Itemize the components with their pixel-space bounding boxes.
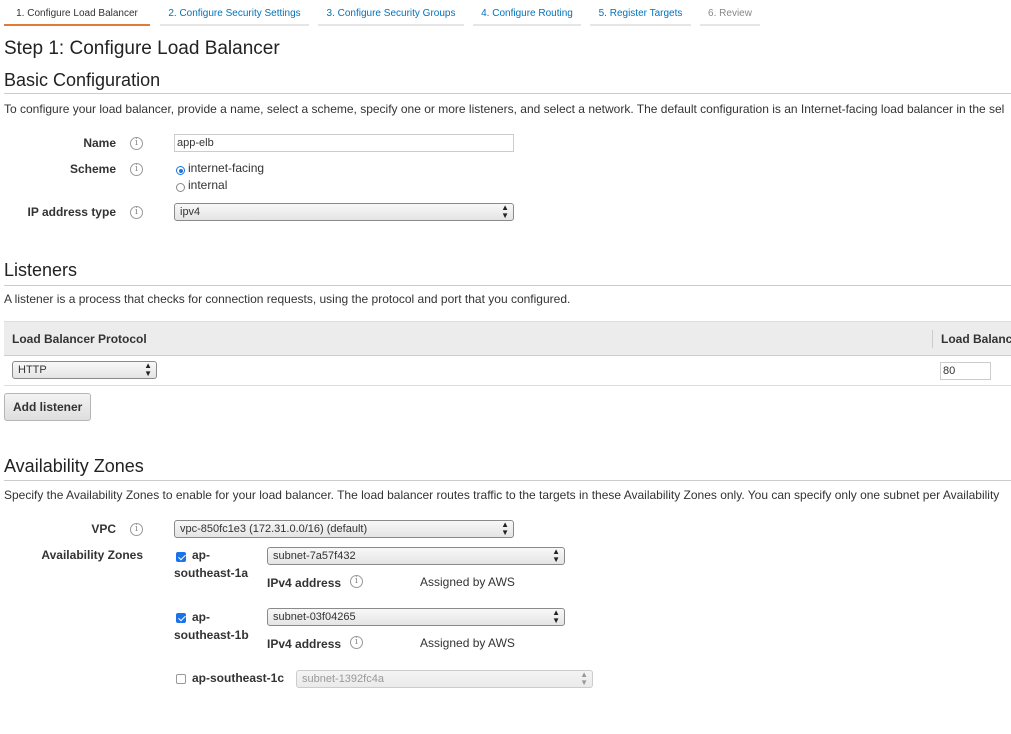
zone-checkbox-ap-southeast-1a[interactable] — [176, 552, 186, 562]
zone-name-line: ap- — [192, 610, 210, 624]
updown-arrows-icon: ▲ ▼ — [501, 520, 509, 537]
basic-configuration-heading: Basic Configuration — [4, 70, 161, 90]
listeners-description: A listener is a process that checks for … — [4, 292, 571, 306]
divider — [4, 480, 1011, 481]
info-icon[interactable]: i — [350, 575, 363, 588]
page-title: Step 1: Configure Load Balancer — [4, 38, 280, 59]
tab-configure-security-groups[interactable]: 3. Configure Security Groups — [318, 0, 464, 26]
select-value: subnet-1392fc4a — [302, 673, 384, 685]
column-header-protocol: Load Balancer Protocol — [12, 332, 147, 346]
availability-zones-label: Availability Zones — [41, 548, 143, 562]
ip-address-type-label: IP address type — [27, 205, 117, 219]
name-input[interactable]: app-elb — [174, 134, 514, 152]
info-icon[interactable]: i — [130, 163, 143, 176]
updown-arrows-icon: ▲ ▼ — [552, 608, 560, 625]
updown-arrows-icon: ▲ ▼ — [580, 670, 588, 687]
protocol-select[interactable]: HTTP ▲ ▼ — [12, 361, 157, 379]
vpc-label: VPC — [91, 522, 116, 536]
ipv4-address-label: IPv4 address — [267, 637, 342, 651]
zone-name-line: ap- — [192, 548, 210, 562]
info-icon[interactable]: i — [130, 523, 143, 536]
availability-zones-heading: Availability Zones — [4, 456, 144, 476]
subnet-select[interactable]: subnet-7a57f432 ▲ ▼ — [267, 547, 565, 565]
zone-checkbox-ap-southeast-1c[interactable] — [176, 674, 186, 684]
select-value: HTTP — [18, 364, 47, 376]
divider — [4, 385, 1011, 386]
vpc-select[interactable]: vpc-850fc1e3 (172.31.0.0/16) (default) ▲… — [174, 520, 514, 538]
scheme-option-label[interactable]: internet-facing — [188, 161, 264, 175]
updown-arrows-icon: ▲ ▼ — [552, 547, 560, 564]
tab-register-targets[interactable]: 5. Register Targets — [590, 0, 691, 26]
column-separator — [932, 330, 933, 348]
info-icon[interactable]: i — [130, 137, 143, 150]
tab-configure-load-balancer[interactable]: 1. Configure Load Balancer — [4, 0, 150, 26]
zone-name: ap-southeast-1c — [192, 671, 285, 685]
port-input[interactable]: 80 — [940, 362, 991, 380]
select-value: vpc-850fc1e3 (172.31.0.0/16) (default) — [180, 523, 368, 535]
add-listener-button[interactable]: Add listener — [4, 393, 92, 421]
tab-configure-routing[interactable]: 4. Configure Routing — [473, 0, 581, 26]
subnet-select[interactable]: subnet-03f04265 ▲ ▼ — [267, 608, 565, 626]
ipv4-address-label: IPv4 address — [267, 576, 342, 590]
availability-zones-description: Specify the Availability Zones to enable… — [4, 488, 1000, 502]
scheme-label: Scheme — [69, 162, 116, 176]
ipv4-address-value: Assigned by AWS — [420, 636, 515, 650]
updown-arrows-icon: ▲ ▼ — [144, 361, 152, 378]
divider — [4, 285, 1011, 286]
subnet-select: subnet-1392fc4a ▲ ▼ — [296, 670, 593, 688]
tab-review: 6. Review — [700, 0, 760, 26]
divider — [4, 93, 1011, 94]
updown-arrows-icon: ▲ ▼ — [501, 203, 509, 220]
ipv4-address-value: Assigned by AWS — [420, 575, 515, 589]
info-icon[interactable]: i — [350, 636, 363, 649]
ip-address-type-select[interactable]: ipv4 ▲ ▼ — [174, 203, 514, 221]
select-value: ipv4 — [180, 206, 201, 218]
scheme-option-label[interactable]: internal — [188, 178, 227, 192]
tab-configure-security-settings[interactable]: 2. Configure Security Settings — [160, 0, 309, 26]
basic-configuration-description: To configure your load balancer, provide… — [4, 102, 1005, 116]
name-label: Name — [83, 136, 116, 150]
zone-checkbox-ap-southeast-1b[interactable] — [176, 613, 186, 623]
select-value: subnet-03f04265 — [273, 611, 356, 623]
select-value: subnet-7a57f432 — [273, 550, 356, 562]
scheme-internal-radio[interactable] — [176, 183, 185, 192]
info-icon[interactable]: i — [130, 206, 143, 219]
zone-name-line: southeast-1b — [174, 628, 249, 642]
column-header-port: Load Balanc — [941, 332, 1011, 346]
listeners-table-header: Load Balancer Protocol Load Balanc — [4, 321, 1011, 356]
zone-name-line: southeast-1a — [174, 566, 249, 580]
scheme-internet-facing-radio[interactable] — [176, 166, 185, 175]
listeners-heading: Listeners — [4, 260, 78, 280]
